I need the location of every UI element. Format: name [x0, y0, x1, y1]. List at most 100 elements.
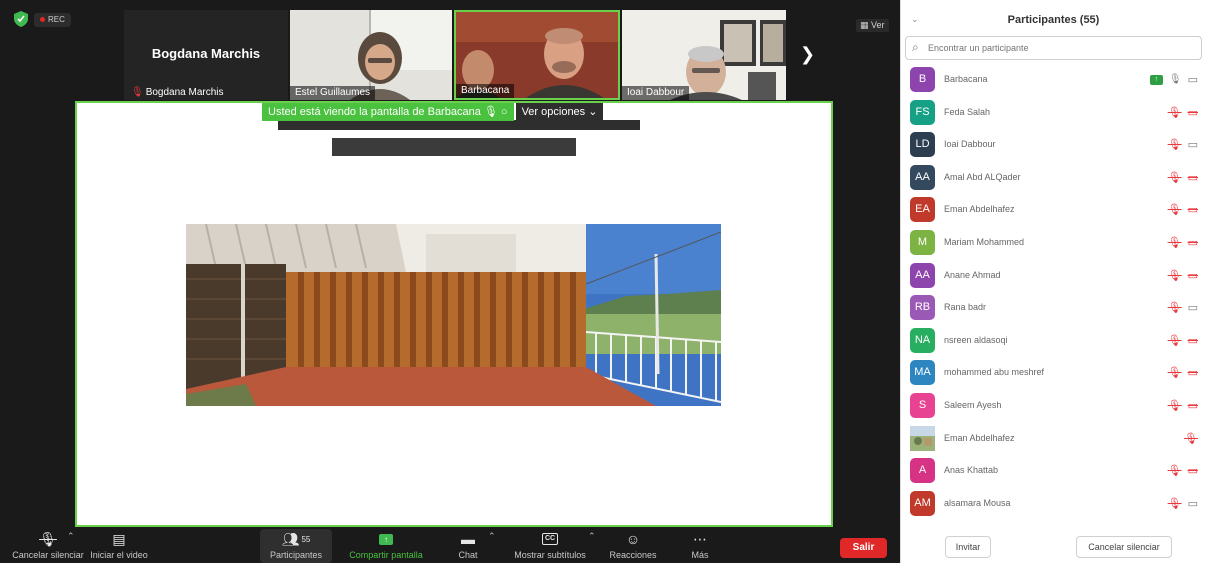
participant-status: 🎙︎ ▭: [1168, 171, 1198, 184]
participant-avatar: EA: [910, 197, 935, 223]
camera-off-icon[interactable]: ▭: [1188, 399, 1198, 412]
mic-muted-icon[interactable]: 🎙︎: [1168, 138, 1182, 151]
participant-status: 🎙︎ ▭: [1168, 399, 1198, 412]
mic-icon[interactable]: 🎙︎: [1169, 74, 1182, 85]
reactions-button[interactable]: ☺︎ Reacciones: [604, 529, 662, 561]
participant-name: Anane Ahmad: [944, 269, 1001, 280]
participant-name: mohammed abu meshref: [944, 367, 1045, 378]
mic-muted-icon[interactable]: 🎙︎: [1168, 334, 1182, 347]
mic-muted-icon[interactable]: 🎙︎: [1168, 236, 1182, 249]
participant-avatar: AA: [910, 164, 935, 190]
chat-button[interactable]: ▬ Chat: [450, 529, 486, 561]
more-button[interactable]: ⋯ Más: [680, 529, 720, 561]
view-options-button[interactable]: Ver opciones ⌄: [515, 103, 604, 121]
invite-button[interactable]: Invitar: [945, 536, 991, 558]
audio-options-caret-icon[interactable]: ⌃: [67, 531, 75, 542]
participant-status: 🎙︎ ▭: [1168, 236, 1198, 249]
participant-avatar: RB: [910, 295, 935, 321]
tile-name-label: Barbacana: [456, 84, 515, 98]
video-tile-estel[interactable]: Estel Guillaumes: [290, 10, 452, 100]
participant-avatar: A: [910, 458, 935, 484]
mic-muted-icon[interactable]: 🎙︎: [1168, 301, 1182, 314]
participant-name: Saleem Ayesh: [944, 399, 1002, 410]
mic-muted-icon[interactable]: 🎙︎: [1168, 464, 1182, 477]
participant-avatar: MA: [910, 360, 935, 386]
participant-row[interactable]: AA Amal Abd ALQader 🎙︎ ▭: [901, 162, 1205, 195]
mic-muted-icon[interactable]: 🎙︎: [1184, 432, 1198, 445]
participant-avatar: FS: [910, 99, 935, 125]
camera-off-icon[interactable]: ▭: [1188, 106, 1198, 119]
participant-row[interactable]: NA nsreen aldasoqi 🎙︎ ▭: [901, 325, 1205, 358]
participant-row[interactable]: AA Anane Ahmad 🎙︎ ▭: [901, 260, 1205, 293]
participant-name: Feda Salah: [944, 106, 991, 117]
participant-status: 🎙︎ ▭: [1168, 334, 1198, 347]
share-screen-icon: ↑: [340, 529, 432, 549]
share-screen-button[interactable]: ↑ Compartir pantalla: [340, 529, 432, 561]
subtitles-button[interactable]: CC Mostrar subtítulos: [508, 529, 592, 561]
participant-row[interactable]: RB Rana badr 🎙︎ ▭: [901, 292, 1205, 325]
participant-name: Eman Abdelhafez: [944, 432, 1015, 443]
participant-row[interactable]: M Mariam Mohammed 🎙︎ ▭: [901, 227, 1205, 260]
participant-row[interactable]: Eman Abdelhafez 🎙︎: [901, 423, 1205, 456]
chat-options-caret-icon[interactable]: ⌃: [488, 531, 496, 542]
mic-muted-icon[interactable]: 🎙︎: [1168, 171, 1182, 184]
camera-off-icon[interactable]: ▭: [1188, 269, 1198, 282]
participant-row[interactable]: MA mohammed abu meshref 🎙︎ ▭: [901, 357, 1205, 390]
search-input[interactable]: [928, 40, 1188, 56]
participants-button[interactable]: 👥︎ 55 Participantes: [260, 529, 332, 563]
participant-search[interactable]: ⌕: [905, 36, 1202, 60]
participants-panel: ⌄ Participantes (55) ⌕ BBarbacana↑🎙︎▭FSF…: [900, 0, 1205, 563]
tile-big-name: Bogdana Marchis: [151, 46, 261, 61]
camera-off-icon[interactable]: ▭: [1188, 334, 1198, 347]
participant-row[interactable]: B Barbacana ↑ 🎙︎ ▭: [901, 64, 1205, 97]
grid-view-icon: ▦: [860, 20, 869, 30]
unmute-button[interactable]: 🎙︎ Cancelar silenciar: [4, 529, 92, 561]
participant-status: 🎙︎ ▭: [1168, 106, 1198, 119]
subtitles-options-caret-icon[interactable]: ⌃: [588, 531, 596, 542]
video-tile-ioai[interactable]: Ioai Dabbour: [622, 10, 786, 100]
unmute-all-button[interactable]: Cancelar silenciar: [1076, 536, 1172, 558]
participant-row[interactable]: A Anas Khattab 🎙︎ ▭: [901, 455, 1205, 488]
camera-off-icon[interactable]: ▭: [1188, 171, 1198, 184]
participant-row[interactable]: LD Ioai Dabbour 🎙︎ ▭: [901, 129, 1205, 162]
next-page-chevron-icon[interactable]: ❯: [800, 44, 815, 65]
participant-row[interactable]: AM alsamara Mousa 🎙︎ ▭: [901, 488, 1205, 521]
mic-muted-icon: 🎙︎: [131, 87, 144, 98]
video-tile-barbacana[interactable]: Barbacana: [454, 10, 620, 100]
camera-icon[interactable]: ▭: [1188, 301, 1198, 314]
camera-off-icon[interactable]: ▭: [1188, 366, 1198, 379]
participant-status: 🎙︎ ▭: [1168, 269, 1198, 282]
participant-avatar: AM: [910, 490, 935, 516]
mic-muted-icon[interactable]: 🎙︎: [1168, 399, 1182, 412]
mic-muted-icon: 🎙︎: [39, 530, 57, 547]
participant-row[interactable]: FS Feda Salah 🎙︎ ▭: [901, 97, 1205, 130]
mic-muted-icon[interactable]: 🎙︎: [1168, 269, 1182, 282]
camera-off-icon[interactable]: ▭: [1188, 203, 1198, 216]
security-shield-icon[interactable]: [14, 11, 28, 27]
mic-muted-icon[interactable]: 🎙︎: [1168, 203, 1182, 216]
participant-avatar: NA: [910, 327, 935, 353]
participant-name: Eman Abdelhafez: [944, 204, 1015, 215]
video-off-icon: ▤: [112, 530, 126, 547]
mic-muted-icon[interactable]: 🎙︎: [1168, 106, 1182, 119]
camera-icon[interactable]: ▭: [1188, 138, 1198, 151]
participants-icon: 👥︎ 55: [281, 530, 311, 547]
camera-off-icon[interactable]: ▭: [1188, 464, 1198, 477]
view-button[interactable]: ▦ Ver: [856, 19, 889, 32]
shared-terrace-photo: [186, 224, 721, 406]
participant-photo-avatar: [910, 425, 935, 451]
leave-button[interactable]: Salir: [840, 538, 887, 558]
start-video-button[interactable]: ▤ Iniciar el video: [84, 529, 154, 561]
camera-icon[interactable]: ▭: [1188, 73, 1198, 86]
participant-name: Mariam Mohammed: [944, 236, 1025, 247]
video-tile-bogdana[interactable]: Bogdana Marchis 🎙︎ Bogdana Marchis: [124, 10, 288, 100]
recording-badge[interactable]: REC: [34, 13, 71, 27]
mic-muted-icon[interactable]: 🎙︎: [1168, 497, 1182, 510]
camera-off-icon[interactable]: ▭: [1188, 236, 1198, 249]
participant-row[interactable]: S Saleem Ayesh 🎙︎ ▭: [901, 390, 1205, 423]
mic-muted-icon[interactable]: 🎙︎: [1168, 366, 1182, 379]
participant-row[interactable]: EA Eman Abdelhafez 🎙︎ ▭: [901, 194, 1205, 227]
tile-name-label: 🎙︎ Bogdana Marchis: [131, 87, 224, 98]
camera-icon[interactable]: ▭: [1188, 497, 1198, 510]
participant-status: 🎙︎ ▭: [1168, 301, 1198, 314]
